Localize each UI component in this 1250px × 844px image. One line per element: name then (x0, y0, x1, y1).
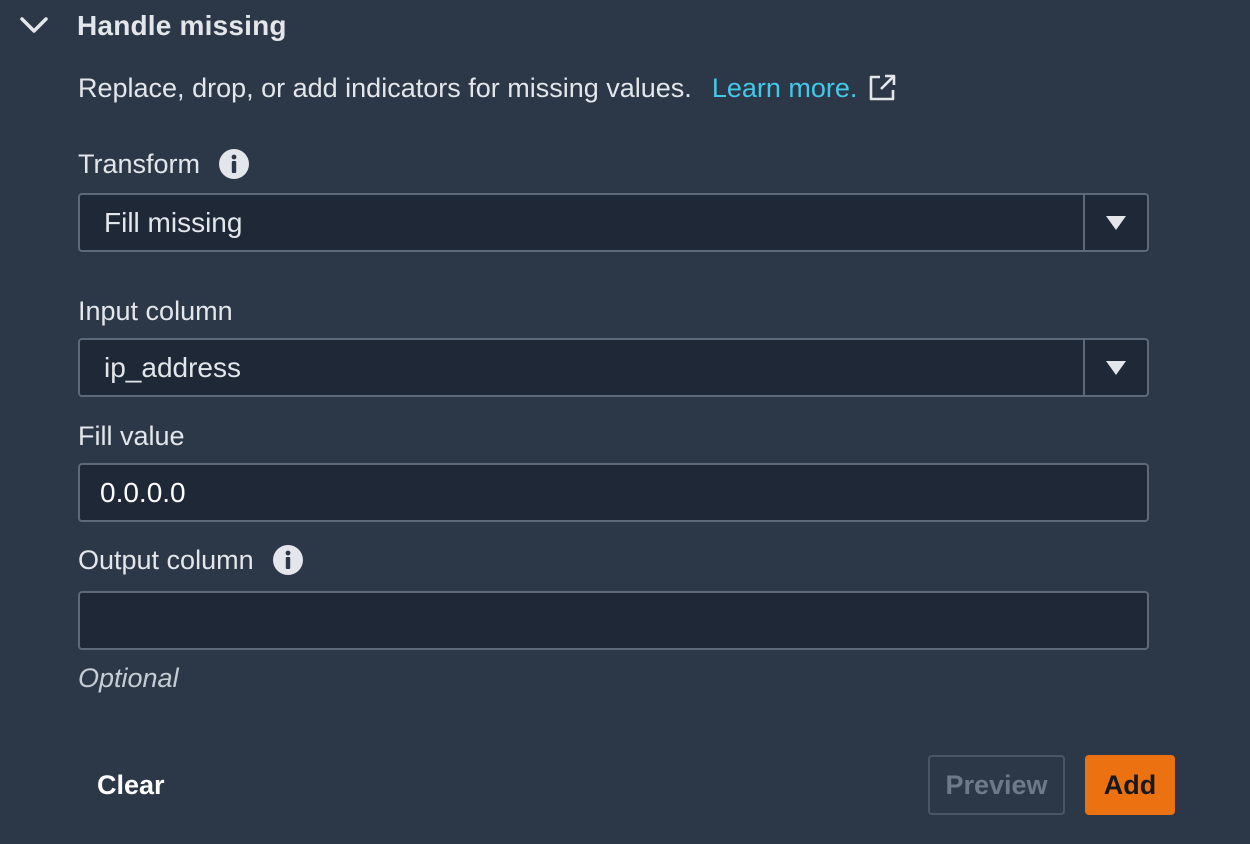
preview-button[interactable]: Preview (928, 755, 1065, 815)
chevron-down-icon[interactable] (18, 10, 50, 42)
transform-select[interactable]: Fill missing (78, 193, 1149, 252)
input-column-label-text: Input column (78, 295, 233, 326)
fill-value-label-text: Fill value (78, 420, 185, 451)
input-column-select[interactable]: ip_address (78, 338, 1149, 397)
external-link-icon (867, 73, 897, 103)
add-button[interactable]: Add (1085, 755, 1175, 815)
section-description: Replace, drop, or add indicators for mis… (78, 68, 897, 108)
optional-hint: Optional (78, 663, 179, 693)
caret-down-icon[interactable] (1083, 195, 1147, 250)
learn-more-label: Learn more. (711, 72, 858, 103)
section-title: Handle missing (77, 10, 287, 41)
transform-label: Transform (78, 144, 250, 184)
transform-select-value: Fill missing (104, 206, 243, 238)
fill-value-label: Fill value (78, 416, 185, 456)
description-text: Replace, drop, or add indicators for mis… (78, 72, 692, 103)
info-icon[interactable] (218, 148, 250, 180)
fill-value-input[interactable] (78, 463, 1149, 522)
learn-more-link[interactable]: Learn more. (712, 73, 898, 104)
input-column-label: Input column (78, 291, 233, 331)
info-icon[interactable] (272, 544, 304, 576)
output-column-label-text: Output column (78, 544, 254, 575)
transform-label-text: Transform (78, 148, 201, 179)
handle-missing-panel: Handle missing Replace, drop, or add ind… (0, 0, 1250, 844)
output-column-label: Output column (78, 540, 304, 580)
input-column-select-value: ip_address (104, 351, 241, 383)
clear-button[interactable]: Clear (78, 755, 184, 815)
output-column-input[interactable] (78, 591, 1149, 650)
section-header[interactable]: Handle missing (18, 6, 287, 46)
caret-down-icon[interactable] (1083, 340, 1147, 395)
